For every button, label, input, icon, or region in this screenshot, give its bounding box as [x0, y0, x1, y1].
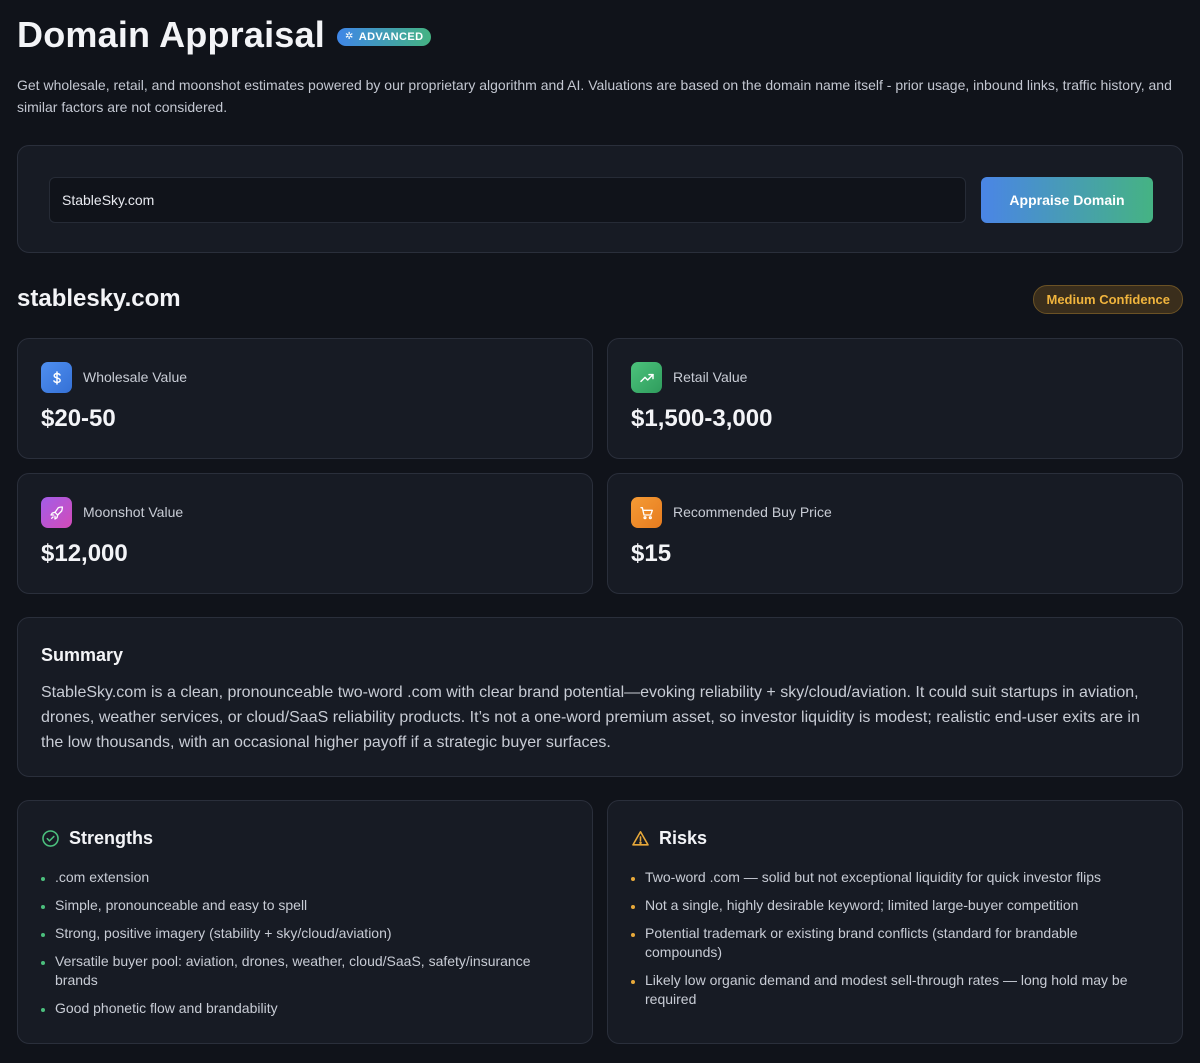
retail-value-amount: $1,500-3,000	[631, 405, 773, 432]
sparkle-icon: ✲	[344, 31, 354, 42]
search-card: Appraise Domain	[17, 145, 1183, 253]
recommended-buy-price-card: Recommended Buy Price $15	[607, 473, 1183, 594]
advanced-badge-label: ADVANCED	[358, 31, 424, 43]
page: Domain Appraisal ✲ ADVANCED Get wholesal…	[17, 0, 1183, 1044]
risk-item: Likely low organic demand and modest sel…	[631, 971, 1151, 1009]
retail-value-card: Retail Value $1,500-3,000	[607, 338, 1183, 459]
risk-item: Not a single, highly desirable keyword; …	[631, 896, 1151, 915]
trending-up-icon	[631, 362, 662, 393]
wholesale-value-label: Wholesale Value	[83, 369, 188, 385]
dollar-icon	[41, 362, 72, 393]
moonshot-value-card: Moonshot Value $12,000	[17, 473, 593, 594]
summary-title: Summary	[41, 645, 124, 665]
risks-title: Risks	[659, 828, 708, 848]
strength-item: Strong, positive imagery (stability + sk…	[41, 924, 561, 943]
check-circle-icon	[42, 830, 59, 847]
rocket-icon	[41, 497, 72, 528]
risks-card: Risks Two-word .com — solid but not exce…	[607, 800, 1183, 1044]
strengths-title: Strengths	[69, 828, 154, 848]
cart-icon	[631, 497, 662, 528]
advanced-badge: ✲ ADVANCED	[336, 28, 432, 46]
strength-item: Simple, pronounceable and easy to spell	[41, 896, 561, 915]
page-title: Domain Appraisal	[17, 14, 325, 55]
appraise-domain-button[interactable]: Appraise Domain	[981, 177, 1153, 223]
recommended-buy-price-amount: $15	[631, 540, 672, 567]
retail-value-label: Retail Value	[673, 369, 748, 385]
page-subtitle: Get wholesale, retail, and moonshot esti…	[17, 77, 1172, 115]
risk-item: Two-word .com — solid but not exceptiona…	[631, 868, 1151, 887]
wholesale-value-amount: $20-50	[41, 405, 116, 432]
summary-card: Summary StableSky.com is a clean, pronou…	[17, 617, 1183, 777]
domain-input[interactable]	[49, 177, 966, 223]
risks-header: Risks	[631, 828, 707, 849]
warning-icon	[632, 830, 649, 846]
strength-item: .com extension	[41, 868, 561, 887]
strength-item: Good phonetic flow and brandability	[41, 999, 561, 1018]
recommended-buy-price-label: Recommended Buy Price	[673, 504, 832, 520]
moonshot-value-label: Moonshot Value	[83, 504, 184, 520]
moonshot-value-amount: $12,000	[41, 540, 128, 567]
result-domain: stablesky.com	[17, 285, 181, 312]
wholesale-value-card: Wholesale Value $20-50	[17, 338, 593, 459]
summary-text: StableSky.com is a clean, pronounceable …	[41, 684, 1140, 751]
risks-list: Two-word .com — solid but not exceptiona…	[631, 868, 1151, 1018]
strengths-card: Strengths .com extension Simple, pronoun…	[17, 800, 593, 1044]
risk-item: Potential trademark or existing brand co…	[631, 924, 1151, 962]
strengths-header: Strengths	[41, 828, 153, 849]
confidence-badge: Medium Confidence	[1033, 285, 1183, 314]
page-header: Domain Appraisal ✲ ADVANCED	[17, 14, 1183, 56]
strengths-list: .com extension Simple, pronounceable and…	[41, 868, 561, 1027]
strength-item: Versatile buyer pool: aviation, drones, …	[41, 952, 561, 990]
